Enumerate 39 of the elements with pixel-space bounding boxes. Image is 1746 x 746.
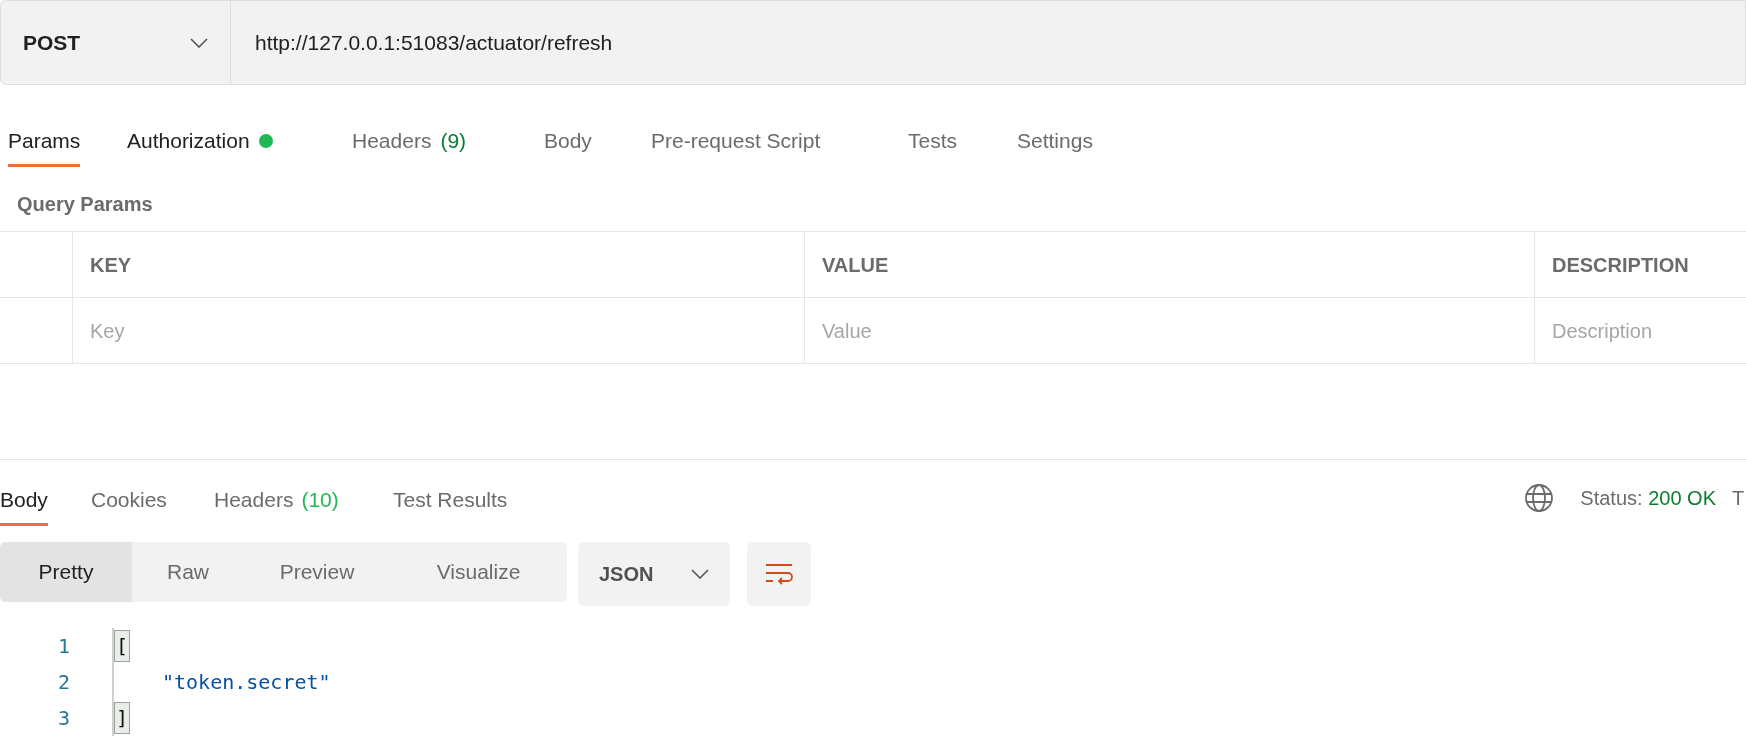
- view-mode-tab[interactable]: Visualize: [390, 542, 567, 602]
- status-text-cut: T: [1732, 486, 1746, 511]
- column-header: DESCRIPTION: [1552, 252, 1689, 278]
- request-tab[interactable]: Pre-request Script: [651, 117, 821, 167]
- line-number: 3: [56, 705, 71, 732]
- section-title: Query Params: [16, 192, 154, 217]
- request-tab[interactable]: Body: [544, 117, 592, 167]
- code-text: [: [114, 630, 131, 662]
- param-input-field[interactable]: Value: [805, 298, 1535, 363]
- wrap-lines-button[interactable]: [747, 542, 811, 606]
- chevron-down-icon: [190, 37, 208, 48]
- method-dropdown[interactable]: POST: [1, 1, 231, 84]
- line-number: 1: [56, 633, 71, 660]
- code-text: "token.secret": [162, 669, 331, 696]
- request-tab[interactable]: Headers (9): [352, 117, 467, 167]
- request-tab[interactable]: Settings: [1017, 117, 1093, 167]
- view-mode-tab[interactable]: Raw: [132, 542, 244, 602]
- response-tab[interactable]: Body: [0, 476, 48, 526]
- wrap-lines-icon: [764, 562, 794, 586]
- request-tab[interactable]: Authorization: [127, 117, 273, 167]
- globe-icon[interactable]: [1524, 483, 1555, 513]
- url-field[interactable]: http://127.0.0.1:51083/actuator/refresh: [231, 1, 1745, 84]
- response-tab[interactable]: Cookies: [91, 476, 167, 526]
- line-number: 2: [56, 669, 71, 696]
- code-text: ]: [114, 702, 131, 734]
- param-input-field[interactable]: Description: [1535, 298, 1746, 363]
- status-text: Status: 200 OK: [1580, 486, 1716, 511]
- response-tab[interactable]: Test Results: [393, 476, 508, 526]
- column-header: KEY: [90, 252, 132, 278]
- method-label: POST: [23, 29, 81, 56]
- request-tab[interactable]: Params: [8, 117, 81, 167]
- format-dropdown[interactable]: JSON: [578, 542, 730, 606]
- param-input-field[interactable]: Key: [73, 298, 805, 363]
- view-mode-tab[interactable]: Pretty: [0, 542, 132, 602]
- chevron-down-icon: [691, 569, 709, 579]
- response-tab[interactable]: Headers (10): [214, 476, 339, 526]
- column-header: VALUE: [822, 252, 889, 278]
- request-tab[interactable]: Tests: [908, 117, 957, 167]
- view-mode-tab[interactable]: Preview: [244, 542, 390, 602]
